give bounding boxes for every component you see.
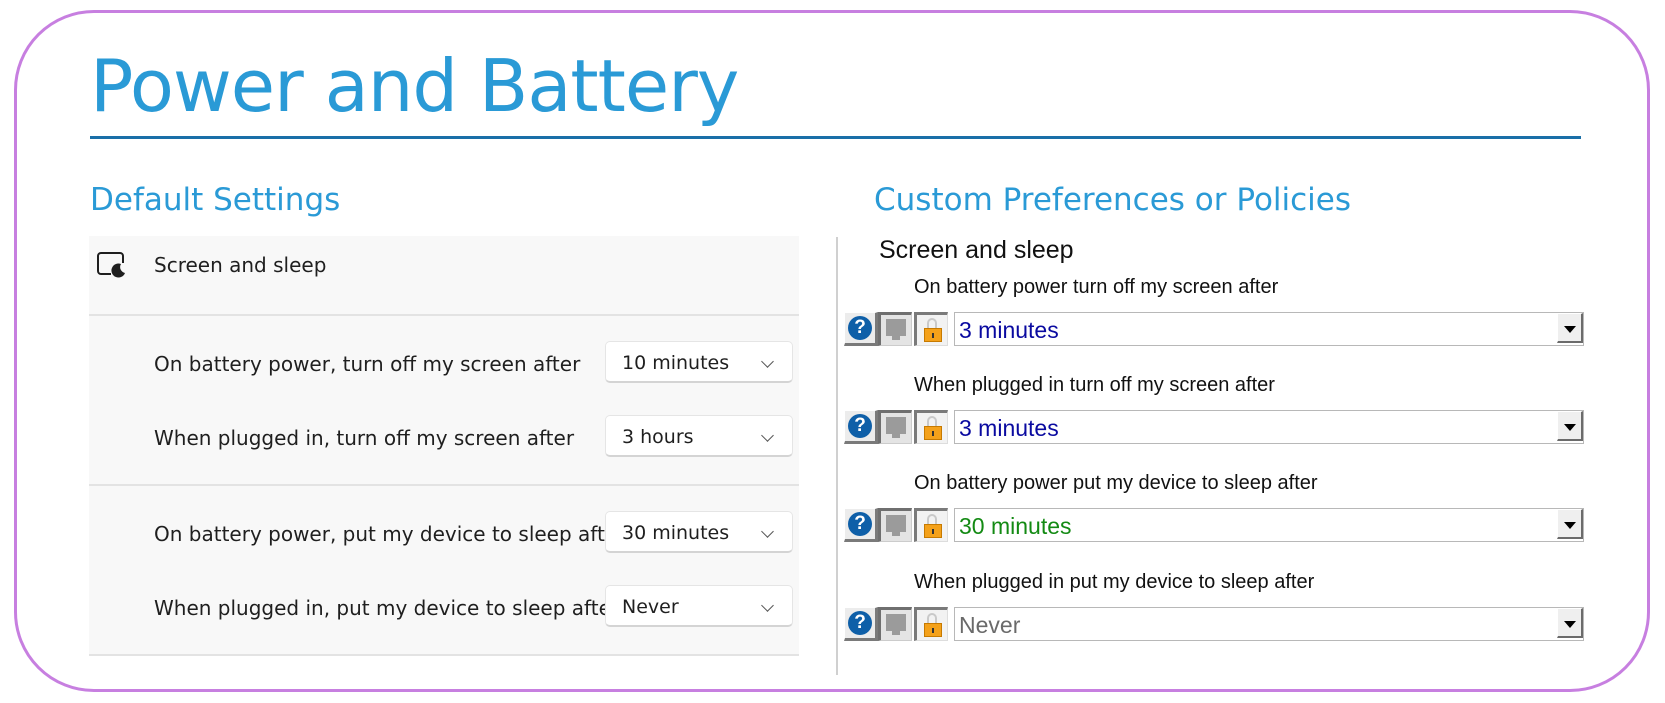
policy-value: Never	[959, 612, 1021, 638]
lock-button[interactable]	[914, 312, 948, 346]
policy-value: 30 minutes	[959, 513, 1072, 539]
policy-label: On battery power put my device to sleep …	[914, 472, 1318, 494]
policy-value: 3 minutes	[959, 317, 1059, 343]
screen-sleep-icon	[97, 252, 125, 278]
monitor-stand	[892, 532, 900, 536]
policy-label: On battery power turn off my screen afte…	[914, 276, 1279, 298]
monitor-button[interactable]	[878, 508, 912, 542]
policy-dropdown-battery-screen[interactable]: 3 minutes	[954, 312, 1584, 346]
setting-row: When plugged in, turn off my screen afte…	[89, 400, 799, 474]
dropdown-arrow-icon[interactable]	[1557, 509, 1583, 539]
custom-preferences-heading: Custom Preferences or Policies	[874, 182, 1352, 218]
screen-settings-group: On battery power, turn off my screen aft…	[89, 316, 799, 486]
chevron-down-icon	[761, 429, 774, 442]
setting-row: When plugged in, put my device to sleep …	[89, 570, 799, 644]
monitor-icon	[886, 319, 906, 336]
policy-value: 3 minutes	[959, 415, 1059, 441]
sleep-settings-group: On battery power, put my device to sleep…	[89, 486, 799, 656]
help-icon: ?	[848, 316, 872, 340]
lock-keyhole	[932, 333, 934, 338]
battery-sleep-dropdown[interactable]: 30 minutes	[605, 511, 793, 553]
chevron-down-icon	[761, 599, 774, 612]
plugged-sleep-dropdown[interactable]: Never	[605, 585, 793, 627]
plugged-screen-off-dropdown[interactable]: 3 hours	[605, 415, 793, 457]
lock-keyhole	[932, 529, 934, 534]
dropdown-arrow-icon[interactable]	[1557, 313, 1583, 343]
monitor-stand	[892, 631, 900, 635]
policy-dropdown-battery-sleep[interactable]: 30 minutes	[954, 508, 1584, 542]
monitor-icon	[886, 515, 906, 532]
screen-sleep-title: Screen and sleep	[154, 253, 327, 277]
dropdown-value: Never	[622, 596, 679, 618]
lock-keyhole	[932, 431, 934, 436]
lock-button[interactable]	[914, 410, 948, 444]
setting-label: On battery power, turn off my screen aft…	[154, 352, 581, 376]
monitor-button[interactable]	[878, 607, 912, 641]
dropdown-value: 30 minutes	[622, 522, 730, 544]
chevron-down-icon	[761, 525, 774, 538]
screen-sleep-group-header[interactable]: Screen and sleep	[89, 236, 799, 316]
policy-dropdown-plugged-screen[interactable]: 3 minutes	[954, 410, 1584, 444]
help-icon: ?	[848, 414, 872, 438]
monitor-stand	[892, 336, 900, 340]
dropdown-value: 10 minutes	[622, 352, 730, 374]
setting-row: On battery power, put my device to sleep…	[89, 496, 799, 570]
policy-group-title: Screen and sleep	[879, 236, 1074, 264]
default-settings-panel: Screen and sleep On battery power, turn …	[89, 236, 799, 656]
setting-label: When plugged in, put my device to sleep …	[154, 596, 620, 620]
policy-label: When plugged in put my device to sleep a…	[914, 571, 1315, 593]
title-underline	[90, 136, 1581, 139]
panel-divider	[836, 237, 838, 675]
monitor-button[interactable]	[878, 312, 912, 346]
battery-screen-off-dropdown[interactable]: 10 minutes	[605, 341, 793, 383]
help-button[interactable]: ?	[844, 410, 878, 444]
setting-label: When plugged in, turn off my screen afte…	[154, 426, 575, 450]
help-button[interactable]: ?	[844, 508, 878, 542]
setting-label: On battery power, put my device to sleep…	[154, 522, 626, 546]
help-icon: ?	[848, 512, 872, 536]
dropdown-arrow-icon[interactable]	[1557, 608, 1583, 638]
help-icon: ?	[848, 611, 872, 635]
setting-row: On battery power, turn off my screen aft…	[89, 326, 799, 400]
dropdown-arrow-icon[interactable]	[1557, 411, 1583, 441]
policy-dropdown-plugged-sleep[interactable]: Never	[954, 607, 1584, 641]
monitor-button[interactable]	[878, 410, 912, 444]
monitor-icon	[886, 614, 906, 631]
page-title: Power and Battery	[90, 44, 739, 128]
chevron-down-icon	[761, 355, 774, 368]
lock-button[interactable]	[914, 607, 948, 641]
lock-keyhole	[932, 628, 934, 633]
monitor-icon	[886, 417, 906, 434]
help-button[interactable]: ?	[844, 607, 878, 641]
default-settings-heading: Default Settings	[90, 182, 341, 218]
policy-label: When plugged in turn off my screen after	[914, 374, 1275, 396]
help-button[interactable]: ?	[844, 312, 878, 346]
dropdown-value: 3 hours	[622, 426, 694, 448]
lock-button[interactable]	[914, 508, 948, 542]
monitor-stand	[892, 434, 900, 438]
